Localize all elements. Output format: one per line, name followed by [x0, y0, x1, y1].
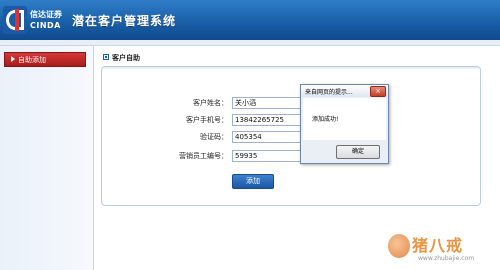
- section-square-icon: [103, 54, 109, 60]
- cinda-logo-icon: [3, 6, 27, 34]
- close-icon[interactable]: ×: [370, 86, 386, 97]
- sidebar: 自助添加: [0, 46, 94, 270]
- dialog-titlebar[interactable]: 来自网页的提示... ×: [301, 85, 388, 97]
- pig-mascot-icon: [388, 234, 410, 258]
- watermark-text: 猪八戒: [412, 236, 464, 255]
- form-row-name: 客户姓名： 关小滔: [102, 97, 480, 109]
- form-row-staff-id: 营销员工编号： 59935: [102, 150, 480, 162]
- ok-button[interactable]: 确定: [336, 145, 380, 159]
- form-row-captcha: 验证码： 405354: [102, 131, 480, 143]
- customer-phone-input[interactable]: 13842265725: [232, 114, 302, 126]
- arrow-right-icon: [11, 56, 15, 62]
- dialog-title: 来自网页的提示...: [305, 89, 353, 96]
- add-button[interactable]: 添加: [232, 174, 274, 189]
- zhubajie-watermark: 猪八戒 www.zhubajie.com: [388, 232, 496, 268]
- staff-id-input[interactable]: 59935: [232, 150, 302, 162]
- captcha-label: 验证码：: [200, 133, 228, 141]
- section-title-text: 客户自助: [112, 54, 140, 62]
- customer-form-panel: 客户姓名： 关小滔 客户手机号： 13842265725 验证码： 405354…: [101, 66, 481, 206]
- sidebar-item-label: 自助添加: [18, 56, 46, 64]
- form-row-phone: 客户手机号： 13842265725: [102, 114, 480, 126]
- sidebar-item-self-add[interactable]: 自助添加: [4, 52, 86, 67]
- app-title-reflection: 潜在客户管理系统: [72, 17, 177, 25]
- watermark-url: www.zhubajie.com: [418, 255, 475, 262]
- customer-name-input[interactable]: 关小滔: [232, 97, 302, 109]
- dialog-message: 添加成功!: [312, 116, 339, 123]
- captcha-input[interactable]: 405354: [232, 131, 302, 143]
- staff-id-label: 营销员工编号：: [179, 152, 228, 160]
- logo-chinese-name: 信达证券: [30, 10, 62, 19]
- section-title: 客户自助: [103, 53, 140, 63]
- app-header: 信达证券 CINDA 潜在客户管理系统 潜在客户管理系统: [0, 0, 500, 40]
- customer-phone-label: 客户手机号：: [186, 116, 228, 124]
- customer-name-label: 客户姓名：: [193, 99, 228, 107]
- dialog-body: 添加成功!: [303, 98, 386, 140]
- cinda-logo: 信达证券 CINDA: [3, 6, 63, 34]
- panel-topbar: [102, 67, 480, 70]
- logo-english-name: CINDA: [30, 21, 61, 30]
- alert-dialog: 来自网页的提示... × 添加成功! 确定: [300, 84, 389, 164]
